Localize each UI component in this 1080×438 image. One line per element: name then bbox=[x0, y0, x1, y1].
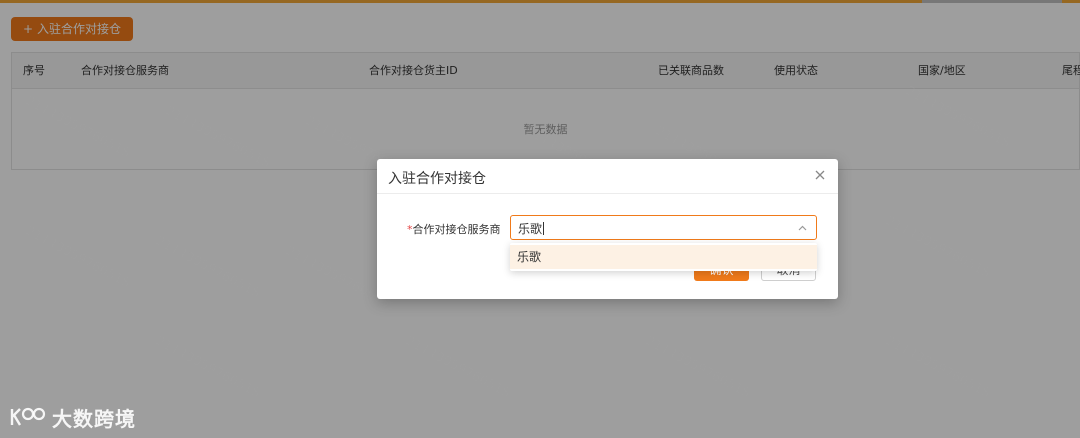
close-icon[interactable] bbox=[812, 167, 828, 183]
brand-name: 大数跨境 bbox=[52, 406, 136, 431]
provider-dropdown: 乐歌 bbox=[510, 243, 817, 271]
provider-label-text: 合作对接仓服务商 bbox=[412, 223, 501, 236]
chevron-up-icon[interactable] bbox=[797, 223, 808, 234]
kk-logo-icon bbox=[10, 407, 46, 426]
provider-select-text: 乐歌 bbox=[518, 222, 543, 236]
text-caret bbox=[543, 222, 545, 235]
provider-field-label: *合作对接仓服务商 bbox=[407, 221, 501, 237]
dropdown-option[interactable]: 乐歌 bbox=[510, 245, 817, 269]
dialog-title: 入驻合作对接仓 bbox=[388, 171, 486, 187]
provider-select-value: 乐歌 bbox=[518, 220, 545, 237]
join-warehouse-dialog: 入驻合作对接仓 *合作对接仓服务商 乐歌 确认 取消 bbox=[377, 159, 838, 299]
provider-select[interactable]: 乐歌 bbox=[510, 215, 817, 240]
brand-watermark: 大数跨境 bbox=[8, 404, 136, 431]
dialog-header: 入驻合作对接仓 bbox=[377, 159, 838, 194]
